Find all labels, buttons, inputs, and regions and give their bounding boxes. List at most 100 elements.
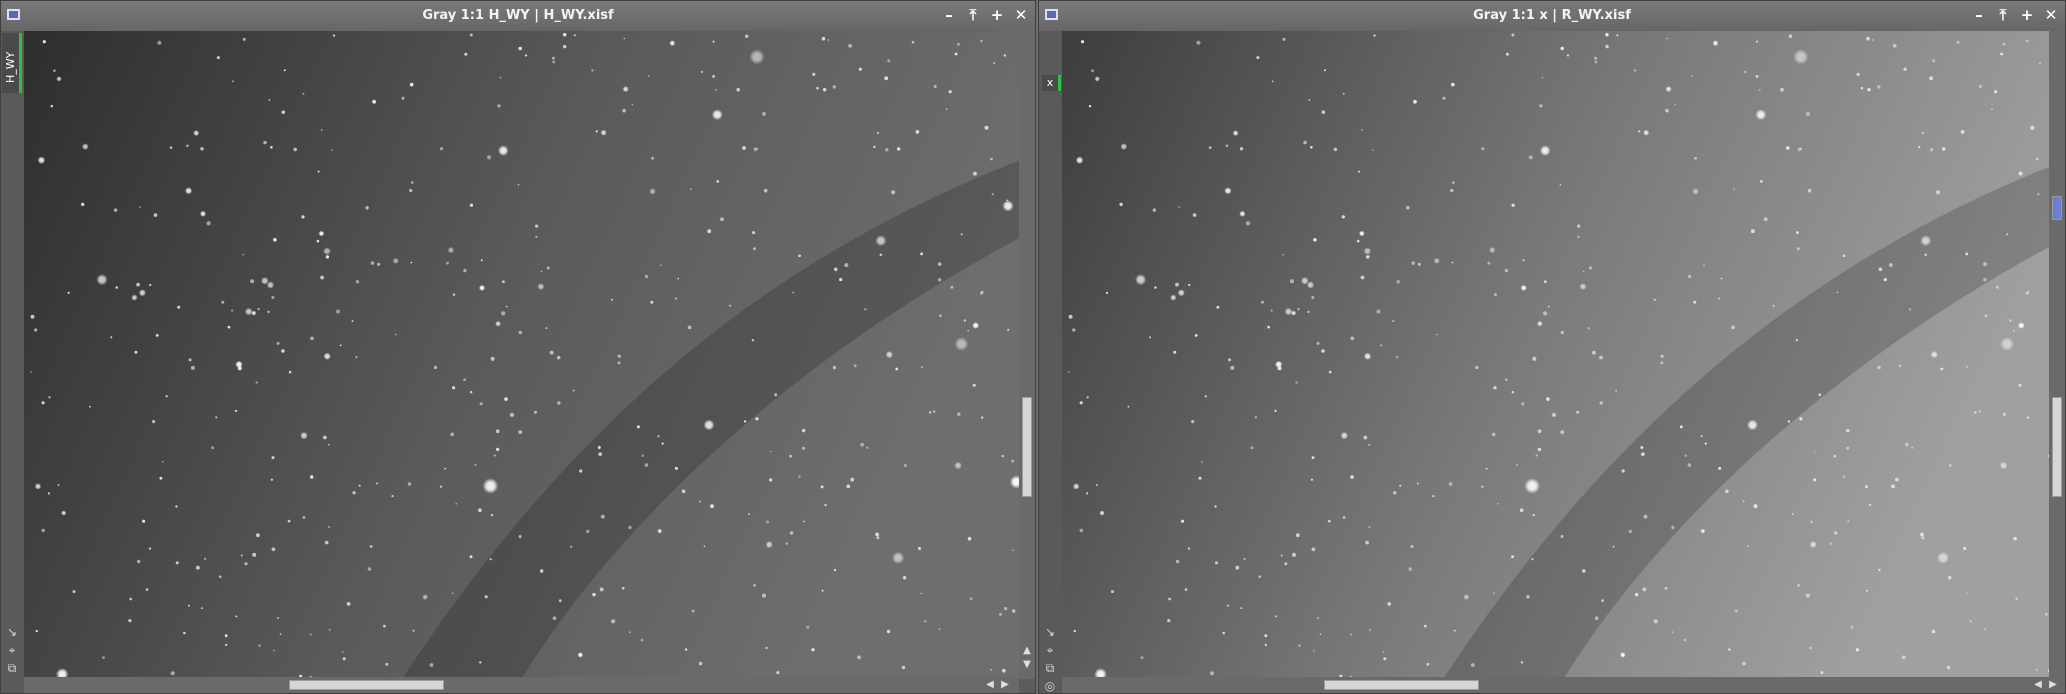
minimize-button[interactable]: – xyxy=(941,6,957,24)
star xyxy=(1187,547,1191,550)
star xyxy=(495,320,501,327)
star xyxy=(1303,140,1307,145)
star xyxy=(749,49,765,65)
view-identifier-tab[interactable]: x xyxy=(1042,75,1061,91)
star xyxy=(1582,569,1586,573)
star xyxy=(858,67,862,71)
image-window-h-wy[interactable]: Gray 1:1 H_WY | H_WY.xisf – ⤒ + ✕ H_WY ↘… xyxy=(0,0,1036,694)
close-button[interactable]: ✕ xyxy=(1013,6,1029,24)
star xyxy=(455,502,458,505)
star xyxy=(270,478,273,481)
star xyxy=(816,86,819,90)
star xyxy=(1791,513,1794,515)
horizontal-scroll-thumb[interactable] xyxy=(289,680,444,690)
star xyxy=(57,484,60,486)
clone-view-icon[interactable]: ⧉ xyxy=(5,661,19,675)
star xyxy=(1317,617,1320,619)
star xyxy=(221,300,225,304)
image-viewport[interactable] xyxy=(1062,31,2065,679)
star xyxy=(255,381,258,384)
window-title: Gray 1:1 H_WY | H_WY.xisf xyxy=(422,8,614,23)
scroll-left-arrow[interactable]: ◀ xyxy=(984,679,996,691)
star xyxy=(1356,239,1360,243)
scroll-up-arrow[interactable]: ▲ xyxy=(1021,645,1033,657)
star xyxy=(1616,34,1619,37)
star xyxy=(1671,525,1675,530)
minimize-button[interactable]: – xyxy=(1971,6,1987,24)
star xyxy=(409,188,413,193)
star xyxy=(755,417,759,421)
star xyxy=(1152,208,1156,212)
star xyxy=(1240,607,1243,609)
star xyxy=(812,72,816,76)
star xyxy=(644,463,649,467)
star xyxy=(277,617,280,619)
star xyxy=(563,44,567,49)
star xyxy=(549,350,554,355)
star xyxy=(803,520,805,523)
star xyxy=(1592,350,1596,355)
star xyxy=(1878,267,1883,272)
star xyxy=(320,275,324,280)
star xyxy=(1310,478,1313,481)
star xyxy=(853,364,857,368)
zoom-arrow-icon[interactable]: ↘ xyxy=(5,625,19,639)
star xyxy=(1747,419,1758,431)
star xyxy=(577,652,584,658)
star xyxy=(1333,147,1338,152)
star xyxy=(766,520,769,524)
scroll-right-arrow[interactable]: ▶ xyxy=(999,679,1011,691)
star xyxy=(1342,516,1346,519)
star xyxy=(169,146,173,149)
star xyxy=(1313,238,1317,242)
star xyxy=(1258,575,1262,578)
star xyxy=(325,255,330,259)
close-button[interactable]: ✕ xyxy=(2043,6,2059,24)
star xyxy=(1579,283,1587,291)
scroll-down-arrow[interactable]: ▼ xyxy=(1021,659,1033,671)
window-titlebar[interactable]: Gray 1:1 x | R_WY.xisf – ⤒ + ✕ xyxy=(1039,1,2065,32)
star xyxy=(242,253,245,256)
star xyxy=(1522,259,1525,262)
image-viewport[interactable] xyxy=(24,31,1019,679)
maximize-button[interactable]: + xyxy=(989,6,1005,24)
star xyxy=(1520,284,1527,291)
star xyxy=(502,280,505,284)
star xyxy=(535,235,538,238)
vertical-scrollbar[interactable] xyxy=(2049,31,2065,679)
maximize-button[interactable]: + xyxy=(2019,6,2035,24)
horizontal-scrollbar[interactable]: ◀ ▶ xyxy=(1062,677,2065,693)
window-titlebar[interactable]: Gray 1:1 H_WY | H_WY.xisf – ⤒ + ✕ xyxy=(1,1,1035,32)
vertical-scroll-thumb[interactable] xyxy=(1022,397,1032,497)
star xyxy=(1788,34,1793,38)
shade-button[interactable]: ⤒ xyxy=(965,6,981,24)
star xyxy=(1068,314,1073,319)
star xyxy=(1368,525,1371,528)
zoom-arrow-icon[interactable]: ↘ xyxy=(1043,625,1057,639)
star xyxy=(1511,555,1515,559)
star xyxy=(1810,520,1813,524)
crosshair-icon[interactable]: ⌖ xyxy=(1043,643,1057,657)
crosshair-icon[interactable]: ⌖ xyxy=(5,643,19,657)
image-window-r-wy[interactable]: Gray 1:1 x | R_WY.xisf – ⤒ + ✕ x ↘ ⌖ ⧉ ◎… xyxy=(1038,0,2066,694)
star xyxy=(1868,503,1872,507)
star xyxy=(684,648,688,651)
clone-view-icon[interactable]: ⧉ xyxy=(1043,661,1057,675)
target-icon[interactable]: ◎ xyxy=(1043,679,1057,693)
star xyxy=(628,631,631,634)
horizontal-scrollbar[interactable]: ◀ ▶ xyxy=(24,677,1019,693)
star xyxy=(260,276,269,285)
scroll-left-arrow[interactable]: ◀ xyxy=(2032,679,2044,691)
scroll-right-arrow[interactable]: ▶ xyxy=(2047,679,2059,691)
shade-button[interactable]: ⤒ xyxy=(1995,6,2011,24)
vertical-scrollbar[interactable]: ▲ ▼ xyxy=(1019,31,1035,679)
horizontal-scroll-thumb[interactable] xyxy=(1324,680,1479,690)
star xyxy=(1718,466,1722,470)
star xyxy=(1891,484,1895,489)
star xyxy=(339,344,342,347)
star xyxy=(1671,631,1674,634)
vertical-scroll-thumb[interactable] xyxy=(2052,397,2062,497)
star xyxy=(707,229,712,234)
star xyxy=(742,146,746,150)
view-identifier-tab[interactable]: H_WY xyxy=(2,33,22,93)
